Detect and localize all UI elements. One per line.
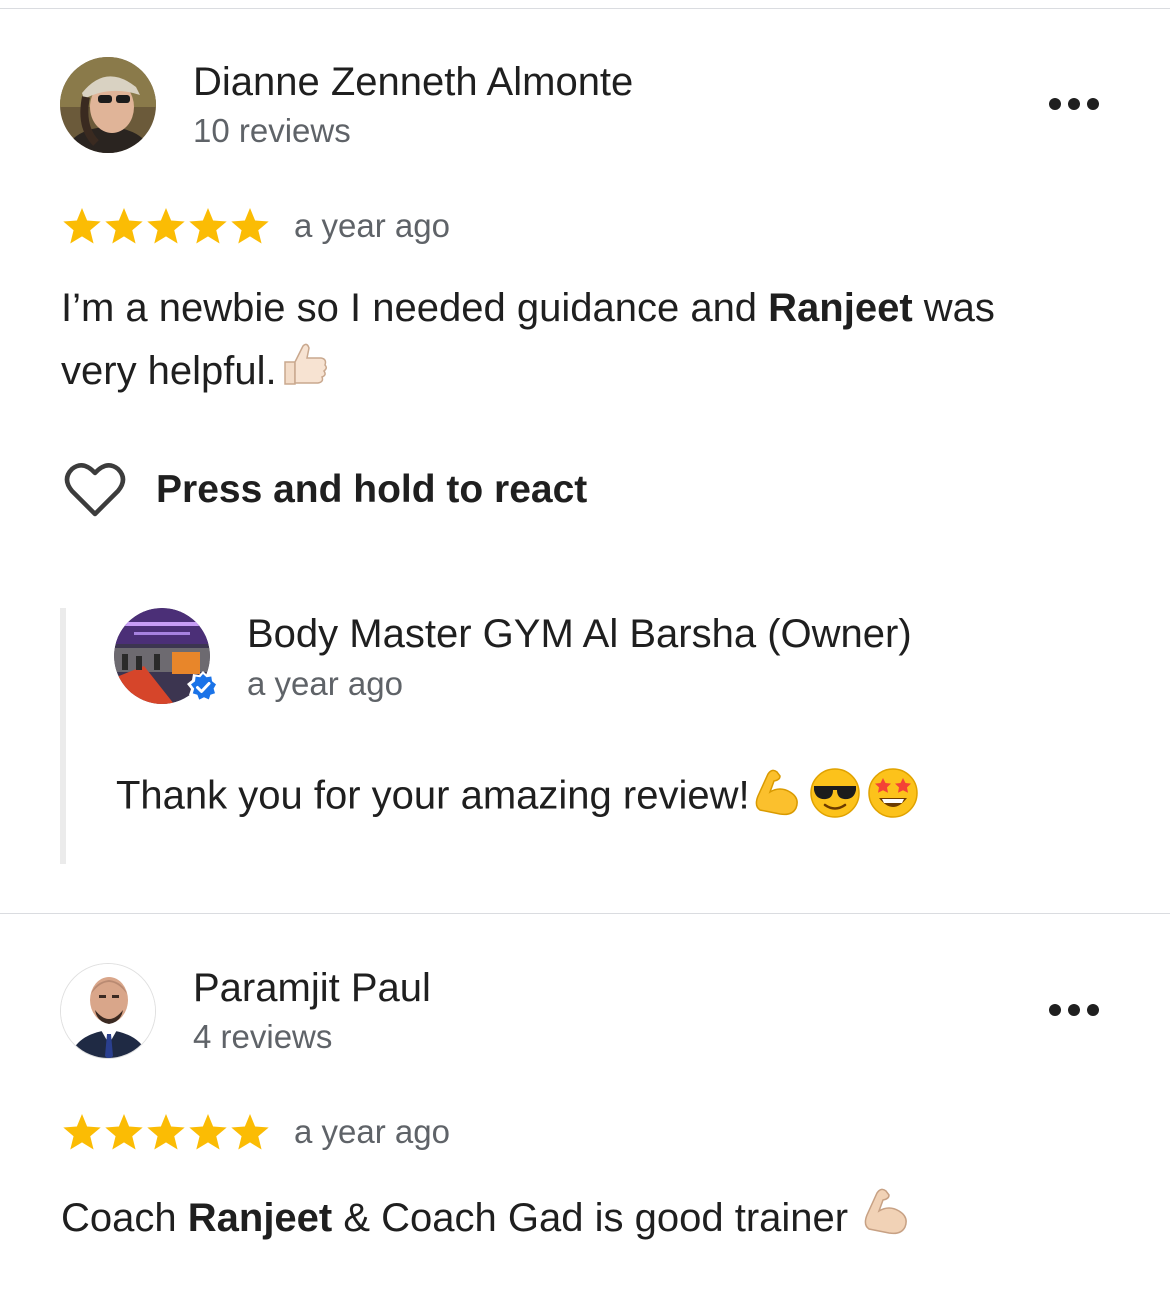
thumbs-up-emoji	[277, 338, 331, 409]
star-icon	[231, 1114, 269, 1150]
star-icon	[63, 1114, 101, 1150]
star-icon	[147, 1114, 185, 1150]
star-rating	[62, 1114, 270, 1152]
star-icon	[105, 208, 143, 244]
star-icon	[189, 208, 227, 244]
owner-reply-text-content: Thank you for your amazing review!	[116, 773, 750, 818]
heart-outline-icon	[64, 463, 126, 517]
more-horiz-icon	[1049, 1004, 1099, 1016]
star-icon	[105, 1114, 143, 1150]
review-text-part: Coach	[61, 1196, 188, 1241]
star-struck-emoji	[866, 766, 920, 830]
review-text-mention: Ranjeet	[187, 1196, 333, 1241]
review-text-mention: Ranjeet	[768, 286, 913, 330]
review-text-part: & Coach Gad is good trainer	[332, 1196, 860, 1241]
review-text: I’m a newbie so I needed guidance and Ra…	[61, 278, 1121, 409]
star-icon	[189, 1114, 227, 1150]
owner-reply-text: Thank you for your amazing review!	[116, 766, 920, 830]
star-icon	[147, 208, 185, 244]
reviewer-name[interactable]: Paramjit Paul	[193, 966, 431, 1011]
more-horiz-icon	[1049, 98, 1099, 110]
reviewer-avatar[interactable]	[60, 57, 156, 153]
review-text-part: I’m a newbie so I needed guidance and	[61, 286, 769, 330]
review-divider	[0, 913, 1170, 914]
avatar-photo	[60, 57, 156, 153]
react-button[interactable]: Press and hold to react	[64, 462, 587, 518]
owner-reply-bar	[60, 608, 66, 864]
verified-badge-icon	[187, 671, 219, 703]
more-options-button[interactable]	[1044, 84, 1104, 124]
review-time: a year ago	[294, 207, 450, 244]
review-text: Coach Ranjeet & Coach Gad is good traine…	[61, 1185, 1121, 1256]
review-time: a year ago	[294, 1113, 450, 1150]
top-divider	[0, 8, 1170, 9]
flexed-biceps-emoji	[859, 1185, 913, 1256]
review-count[interactable]: 10 reviews	[193, 112, 351, 150]
review-count[interactable]: 4 reviews	[193, 1018, 332, 1056]
review-text-part: was	[912, 286, 995, 330]
reviewer-avatar[interactable]	[60, 963, 156, 1059]
flexed-biceps-emoji	[750, 766, 804, 830]
sunglasses-face-emoji	[808, 766, 862, 830]
reviewer-name[interactable]: Dianne Zenneth Almonte	[193, 60, 633, 105]
avatar-photo	[61, 964, 155, 1058]
owner-avatar[interactable]	[114, 608, 219, 704]
react-label: Press and hold to react	[156, 468, 588, 511]
star-rating	[62, 208, 270, 246]
owner-name[interactable]: Body Master GYM Al Barsha (Owner)	[247, 612, 912, 657]
more-options-button[interactable]	[1044, 990, 1104, 1030]
star-icon	[231, 208, 269, 244]
star-icon	[63, 208, 101, 244]
review-text-part: very helpful.	[61, 349, 277, 394]
owner-reply-time: a year ago	[247, 665, 403, 702]
